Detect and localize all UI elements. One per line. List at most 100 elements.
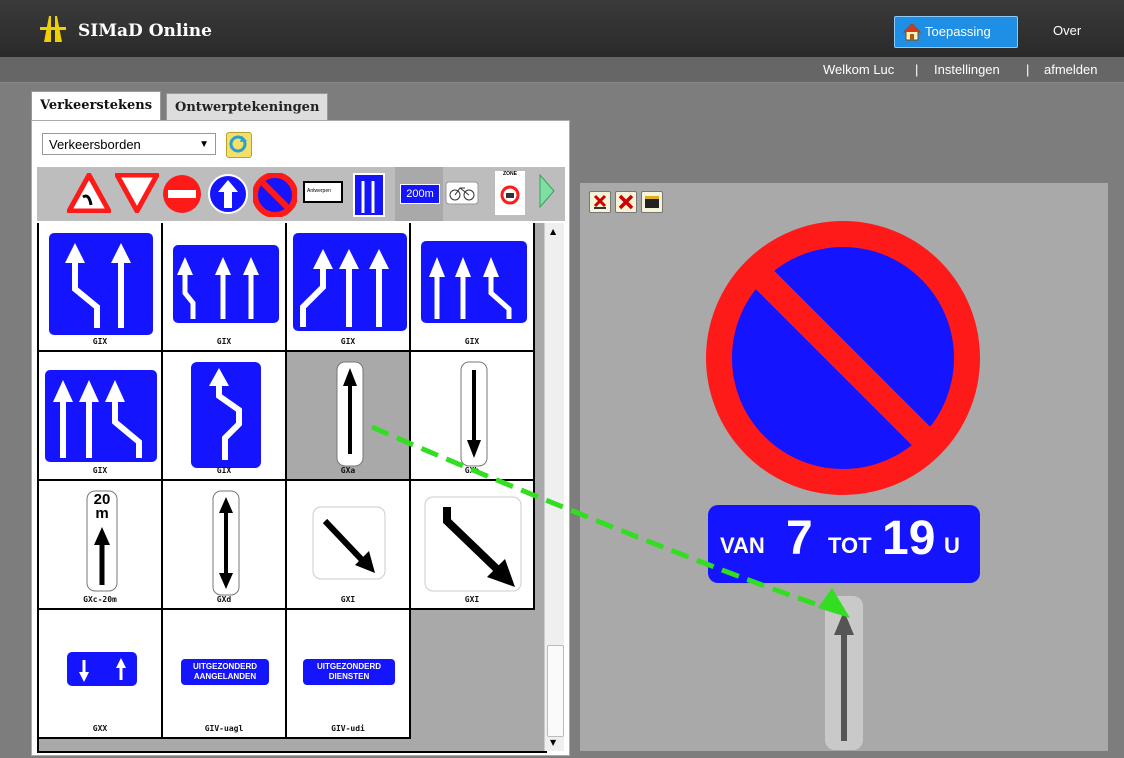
scrollbar-thumb[interactable] bbox=[547, 645, 564, 737]
sign-tile[interactable]: 20 m GXc-20m bbox=[39, 481, 163, 610]
lane-shift-icon bbox=[191, 362, 261, 468]
user-bar: Welkom Luc | Instellingen | afmelden bbox=[0, 57, 1124, 83]
distance-text: 200m bbox=[400, 184, 440, 204]
distance-200m-icon[interactable]: 200m bbox=[395, 167, 443, 221]
settings-link[interactable]: Instellingen bbox=[934, 62, 1000, 77]
export-button[interactable] bbox=[641, 191, 663, 213]
sign-tile[interactable]: GIX bbox=[163, 352, 287, 481]
more-arrow-icon[interactable] bbox=[537, 173, 557, 209]
subplate-word: VAN bbox=[720, 533, 765, 558]
sign-tile[interactable]: UITGEZONDERD AANGELANDEN GIV-uagl bbox=[163, 610, 287, 739]
sign-caption: GIX bbox=[216, 337, 232, 346]
delete-selected-button[interactable] bbox=[589, 191, 611, 213]
subplate-unit: U bbox=[944, 533, 960, 558]
lanes-merge-icon bbox=[49, 233, 153, 335]
bicycle-icon[interactable] bbox=[445, 181, 479, 205]
sign-grid: GIX GIX GIX GIX GIX GIX GXa GXb 20 m GXc… bbox=[37, 223, 547, 753]
no-parking-icon[interactable] bbox=[253, 173, 297, 217]
top-bar: SIMaD Online Toepassing Over bbox=[0, 0, 1124, 57]
sign-caption: GXd bbox=[216, 595, 232, 604]
text-plate: UITGEZONDERD DIENSTEN bbox=[303, 659, 395, 685]
home-icon bbox=[903, 23, 921, 41]
delete-all-button[interactable] bbox=[615, 191, 637, 213]
tab-verkeerstekens[interactable]: Verkeerstekens bbox=[31, 91, 162, 122]
mandatory-straight-icon[interactable] bbox=[207, 173, 249, 215]
sign-tile[interactable]: GIX bbox=[411, 223, 535, 352]
placed-no-parking-sign[interactable] bbox=[706, 221, 980, 495]
sign-caption: GIX bbox=[340, 337, 356, 346]
sign-tile[interactable]: GXX bbox=[39, 610, 163, 739]
logout-link[interactable]: afmelden bbox=[1044, 62, 1097, 77]
sign-tile[interactable]: GIX bbox=[163, 223, 287, 352]
zone-icon[interactable]: ZONE bbox=[495, 171, 525, 215]
subplate-number: 7 bbox=[786, 512, 813, 565]
design-canvas[interactable]: VAN 7 TOT 19 U bbox=[580, 183, 1108, 751]
subplate-number: 19 bbox=[882, 512, 936, 565]
nav-toepassing-label: Toepassing bbox=[925, 24, 991, 39]
sign-caption: GIX bbox=[216, 466, 232, 475]
lanes-merge-icon bbox=[293, 233, 407, 331]
arrow-diagonal-icon bbox=[424, 496, 522, 592]
text-plate: UITGEZONDERD AANGELANDEN bbox=[181, 659, 269, 685]
lanes-merge-icon bbox=[173, 245, 279, 323]
sign-tile[interactable]: GXd bbox=[163, 481, 287, 610]
sign-tile[interactable]: GIX bbox=[39, 223, 163, 352]
grid-scrollbar[interactable]: ▲ ▼ bbox=[544, 223, 564, 751]
sign-tile[interactable]: GIX bbox=[287, 223, 411, 352]
sign-library-panel: Verkeersborden ▼ Antwerpen 200m ZONE GIX… bbox=[31, 120, 570, 756]
sign-caption: GXa bbox=[340, 466, 356, 475]
sign-caption: GIX bbox=[464, 337, 480, 346]
nav-over[interactable]: Over bbox=[1053, 16, 1081, 46]
sign-20m-unit: m bbox=[95, 505, 109, 522]
delete-all-icon bbox=[618, 194, 634, 210]
separator: | bbox=[1026, 62, 1030, 77]
sign-caption: GXX bbox=[92, 724, 108, 733]
dragged-arrow-ghost bbox=[825, 596, 863, 750]
triangle-warning-icon[interactable] bbox=[67, 173, 111, 213]
refresh-icon bbox=[229, 135, 247, 153]
sign-caption: GIV-udi bbox=[331, 724, 365, 733]
arrow-down-icon bbox=[460, 361, 488, 467]
text-plate-line: AANGELANDEN bbox=[193, 672, 257, 681]
sign-caption: GXI bbox=[464, 595, 480, 604]
scroll-down-icon[interactable]: ▼ bbox=[550, 738, 556, 747]
no-entry-icon[interactable] bbox=[161, 173, 203, 215]
sign-tile[interactable]: UITGEZONDERD DIENSTEN GIV-udi bbox=[287, 610, 411, 739]
tab-ontwerptekeningen[interactable]: Ontwerptekeningen bbox=[166, 93, 329, 122]
lane-sign-icon[interactable] bbox=[353, 173, 385, 217]
highway-logo-icon bbox=[40, 16, 66, 42]
category-select[interactable]: Verkeersborden ▼ bbox=[42, 133, 216, 155]
arrow-both-icon bbox=[212, 490, 240, 596]
sign-caption: GXI bbox=[340, 595, 356, 604]
lanes-split-icon bbox=[45, 370, 157, 462]
nav-toepassing[interactable]: Toepassing bbox=[894, 16, 1018, 48]
sign-tile[interactable]: GXb bbox=[411, 352, 535, 481]
place-name-text: Antwerpen bbox=[307, 188, 331, 194]
yield-icon[interactable] bbox=[115, 173, 159, 213]
sign-tile[interactable]: GXI bbox=[411, 481, 535, 610]
separator: | bbox=[915, 62, 919, 77]
app-title: SIMaD Online bbox=[78, 21, 212, 41]
sign-tile[interactable]: GXI bbox=[287, 481, 411, 610]
sign-caption: GXc-20m bbox=[83, 595, 117, 604]
sign-tile-selected[interactable]: GXa bbox=[287, 352, 411, 481]
sign-caption: GXb bbox=[464, 466, 480, 475]
welcome-text: Welkom Luc bbox=[823, 62, 895, 77]
chevron-down-icon: ▼ bbox=[199, 139, 209, 150]
sign-tile[interactable]: GIX bbox=[39, 352, 163, 481]
delete-selected-icon bbox=[593, 194, 607, 209]
scroll-up-icon[interactable]: ▲ bbox=[550, 227, 556, 236]
text-plate-line: UITGEZONDERD bbox=[317, 662, 381, 671]
lanes-split-icon bbox=[421, 241, 527, 323]
category-select-value: Verkeersborden bbox=[49, 137, 141, 152]
arrow-diagonal-icon bbox=[312, 506, 386, 580]
arrow-up-icon bbox=[336, 361, 364, 467]
sign-20m-text: 20 m bbox=[87, 492, 117, 522]
subplate-word: TOT bbox=[828, 533, 872, 558]
placed-time-subplate[interactable]: VAN 7 TOT 19 U bbox=[708, 505, 980, 583]
two-way-icon bbox=[67, 652, 137, 686]
text-plate-line: UITGEZONDERD bbox=[193, 662, 257, 671]
refresh-button[interactable] bbox=[226, 132, 252, 158]
text-plate-line: DIENSTEN bbox=[328, 672, 370, 681]
zone-text: ZONE bbox=[503, 171, 517, 177]
